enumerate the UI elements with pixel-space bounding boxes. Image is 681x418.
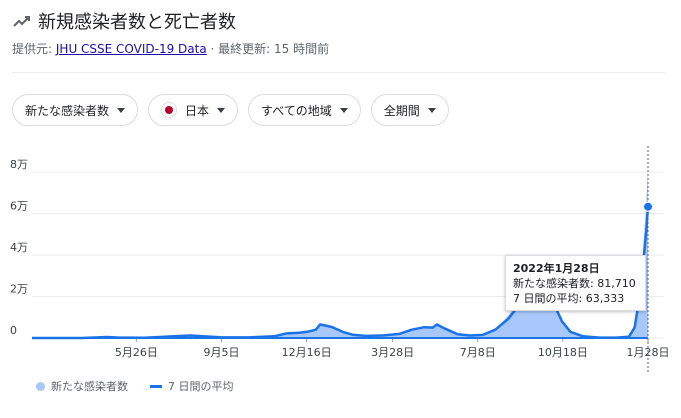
legend-line-label: 7 日間の平均 <box>168 380 234 393</box>
y-tick-label-0: 0 <box>10 324 17 337</box>
chart-legend: 新たな感染者数 7 日間の平均 <box>36 378 234 394</box>
tooltip-new-cases: 新たな感染者数: 81,710 <box>513 277 636 290</box>
x-tick-label-0: 5月26日 <box>115 346 158 359</box>
legend-bars-label: 新たな感染者数 <box>51 380 128 393</box>
caret-down-icon <box>339 107 348 113</box>
divider <box>12 72 665 73</box>
x-tick-label-5: 10月18日 <box>538 346 588 359</box>
region-dropdown-label: すべての地域 <box>261 103 332 118</box>
y-tick-label-1: 2万 <box>10 283 28 296</box>
period-dropdown[interactable]: 全期間 <box>370 94 449 126</box>
source-link[interactable]: JHU CSSE COVID-19 Data <box>56 42 207 56</box>
x-tick-label-4: 7月8日 <box>460 346 496 359</box>
source-prefix: 提供元: <box>12 42 53 56</box>
tooltip-seven-day-average: 7 日間の平均: 63,333 <box>513 292 625 305</box>
filter-bar: 新たな感染者数 日本 すべての地域 全期間 <box>12 94 449 126</box>
chart-title: 新規感染者数と死亡者数 <box>38 12 236 33</box>
y-tick-label-3: 6万 <box>10 200 28 213</box>
series-new-cases-area <box>32 168 648 338</box>
chart-tooltip: 2022年1月28日 新たな感染者数: 81,710 7 日間の平均: 63,3… <box>505 255 646 311</box>
y-tick-label-4: 8万 <box>10 158 28 171</box>
legend-line-swatch <box>150 384 162 388</box>
caret-down-icon <box>217 107 226 113</box>
source-line: 提供元: JHU CSSE COVID-19 Data · 最終更新: 15 時… <box>12 40 329 57</box>
legend-bars-swatch <box>36 381 45 391</box>
x-tick-label-1: 9月5日 <box>203 346 239 359</box>
last-updated: · 最終更新: 15 時間前 <box>210 42 330 56</box>
trending-up-icon <box>13 16 30 27</box>
chart-header: 新規感染者数と死亡者数 <box>12 8 236 34</box>
x-tick-label-3: 3月28日 <box>371 346 414 359</box>
x-tick-label-2: 12月16日 <box>282 346 332 359</box>
tooltip-date: 2022年1月28日 <box>513 262 600 275</box>
period-dropdown-label: 全期間 <box>383 103 420 118</box>
hover-point <box>643 201 653 212</box>
y-tick-label-2: 4万 <box>10 241 28 254</box>
country-dropdown[interactable]: 日本 <box>148 94 239 126</box>
metric-dropdown-label: 新たな感染者数 <box>25 103 110 118</box>
japan-flag-icon <box>161 102 178 118</box>
region-dropdown[interactable]: すべての地域 <box>248 94 361 126</box>
caret-down-icon <box>427 107 436 113</box>
caret-down-icon <box>117 107 126 113</box>
metric-dropdown[interactable]: 新たな感染者数 <box>12 94 139 126</box>
country-dropdown-label: 日本 <box>185 103 210 118</box>
